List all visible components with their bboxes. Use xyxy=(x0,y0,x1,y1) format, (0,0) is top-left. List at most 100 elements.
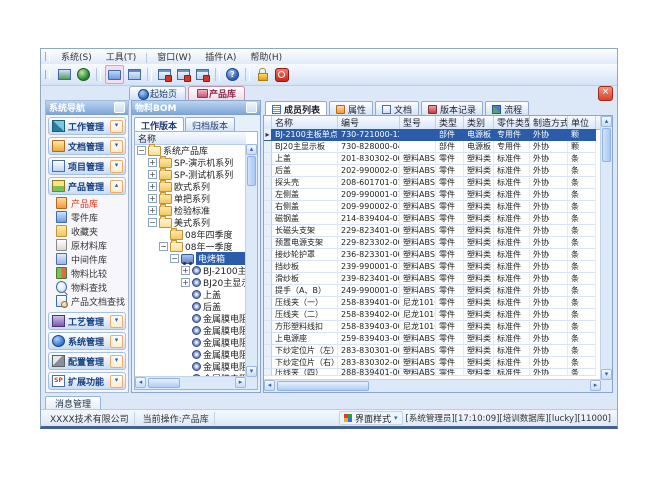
column-header[interactable]: 制造方式 xyxy=(530,116,568,129)
tree-item[interactable]: 后盖 xyxy=(135,300,246,312)
table-row[interactable]: 压线夹（一） 258-839401-00X 尼龙1010 零件 塑料类 标准件 … xyxy=(264,297,601,309)
tree-item[interactable]: 美式系列 xyxy=(135,216,246,228)
toolbar-sep[interactable] xyxy=(147,68,152,81)
toolbar-sep[interactable] xyxy=(245,68,250,81)
tree-item[interactable]: 金属膜电阻器 xyxy=(135,312,246,324)
sidebar-group[interactable]: 文档管理 xyxy=(48,137,126,155)
table-row[interactable]: 方形塑料线扣 258-839403-00X 尼龙1010 零件 塑料类 标准件 … xyxy=(264,321,601,333)
scroll-left-icon[interactable] xyxy=(135,377,146,388)
tree-horizontal-scrollbar[interactable] xyxy=(135,376,246,389)
sidebar-item-product-library[interactable]: 产品库 xyxy=(46,196,128,210)
tree-expander-icon[interactable] xyxy=(137,146,146,155)
table-row[interactable]: 下纱定位片（左） 283-830301-00X 塑料ABS 零件 塑料类 标准件… xyxy=(264,345,601,357)
scroll-right-icon[interactable] xyxy=(590,380,601,391)
tree-item[interactable]: 08年四季度 xyxy=(135,228,246,240)
tree-item[interactable]: 单把系列 xyxy=(135,192,246,204)
tree-item[interactable]: 检验标准 xyxy=(135,204,246,216)
menu-item[interactable]: 帮助(H) xyxy=(243,53,289,63)
scrollbar-thumb[interactable] xyxy=(602,128,611,162)
table-row[interactable]: 滑纱板 239-823401-00X 塑料ABS 零件 塑料类 标准件 外协 条 xyxy=(264,273,601,285)
document-tab[interactable]: 产品库 xyxy=(188,86,245,100)
close-icon[interactable]: × xyxy=(598,86,613,101)
tree-vertical-scrollbar[interactable] xyxy=(245,144,257,377)
tree-item[interactable]: 金属膜电阻器 xyxy=(135,336,246,348)
scroll-up-icon[interactable] xyxy=(601,116,612,127)
sidebar-group[interactable]: 项目管理 xyxy=(48,157,126,175)
sidebar-group[interactable]: 扩展功能 xyxy=(48,372,126,390)
panel-tab[interactable]: 流程 xyxy=(485,101,529,116)
tree-expander-icon[interactable] xyxy=(148,182,157,191)
menu-item[interactable]: 窗口(W) xyxy=(150,53,198,63)
document-tab[interactable]: 起始页 xyxy=(129,86,186,100)
new-folder-icon[interactable] xyxy=(105,65,124,84)
tree-item[interactable]: 08年一季度 xyxy=(135,240,246,252)
table-row[interactable]: 长磁头支架 229-823401-00X 塑料ABS 零件 塑料类 标准件 外协… xyxy=(264,225,601,237)
toolbar-sep[interactable] xyxy=(215,68,220,81)
menu-item[interactable] xyxy=(146,53,147,63)
sidebar-item-product-doc-search[interactable]: 产品文档查找 xyxy=(46,294,128,308)
table-row[interactable]: BJ20主显示板 730-828000-04X 部件 电源板 专用件 外协 颗 xyxy=(264,141,601,153)
sidebar-item-part-library[interactable]: 零件库 xyxy=(46,210,128,224)
panel-tab[interactable]: 属性 xyxy=(329,101,373,116)
table-row[interactable]: 右侧盖 209-990002-01X 塑料ABS 零件 塑料类 标准件 外协 条 xyxy=(264,201,601,213)
scroll-up-icon[interactable] xyxy=(246,144,257,155)
tree-expander-icon[interactable] xyxy=(159,242,168,251)
menu-item[interactable]: 插件(A) xyxy=(198,53,243,63)
sidebar-item-favorites[interactable]: 收藏夹 xyxy=(46,224,128,238)
panel-tab[interactable]: 版本记录 xyxy=(421,101,483,116)
tree-item[interactable]: SP-测试机系列 xyxy=(135,168,246,180)
grid-window-icon[interactable] xyxy=(126,66,143,83)
column-header[interactable]: 类型 xyxy=(436,116,464,129)
menu-item[interactable]: 系统(S) xyxy=(54,53,99,63)
sidebar-group[interactable]: 工作管理 xyxy=(48,117,126,135)
pin-icon[interactable] xyxy=(246,102,257,113)
chevron-down-icon[interactable] xyxy=(110,375,123,388)
tree-item[interactable]: 金属膜电阻器 xyxy=(135,348,246,360)
table-row[interactable]: BJ-2100主板单点 730-721000-12X 部件 电源板 专用件 外协… xyxy=(264,129,601,141)
column-header[interactable]: 零件类型 xyxy=(494,116,530,129)
panel-tab[interactable]: 成员列表 xyxy=(265,101,327,116)
scroll-left-icon[interactable] xyxy=(264,380,275,391)
tree-expander-icon[interactable] xyxy=(148,194,157,203)
tree-expander-icon[interactable] xyxy=(181,266,190,275)
scroll-down-icon[interactable] xyxy=(246,366,257,377)
column-header[interactable]: 类别 xyxy=(464,116,494,129)
lock-icon[interactable] xyxy=(254,66,271,83)
table-horizontal-scrollbar[interactable] xyxy=(264,379,601,392)
tree-expander-icon[interactable] xyxy=(148,206,157,215)
table-row[interactable]: 探头壳 208-601701-01X 塑料ABS 零件 塑料类 标准件 外协 条 xyxy=(264,177,601,189)
table-row[interactable]: 上盖 201-830302-00X 塑料ABS 零件 塑料类 标准件 外协 条 xyxy=(264,153,601,165)
table-vertical-scrollbar[interactable] xyxy=(600,116,612,380)
chevron-down-icon[interactable] xyxy=(110,335,123,348)
tree-item[interactable]: 欧式系列 xyxy=(135,180,246,192)
sidebar-item-material-compare[interactable]: 物料比较 xyxy=(46,266,128,280)
tree-expander-icon[interactable] xyxy=(148,170,157,179)
table-row[interactable]: 提手（A、B） 249-990001-01X 塑料ABS 零件 塑料类 标准件 … xyxy=(264,285,601,297)
ui-style-dropdown[interactable]: 界面样式 ▾ xyxy=(339,411,403,425)
chevron-down-icon[interactable] xyxy=(110,120,123,133)
chevron-down-icon[interactable] xyxy=(110,315,123,328)
tree-item[interactable]: BJ20主显示板 xyxy=(135,276,246,288)
help-icon[interactable] xyxy=(224,66,241,83)
window-add-icon[interactable] xyxy=(175,66,192,83)
chevron-down-icon[interactable] xyxy=(110,160,123,173)
version-tab[interactable]: 工作版本 xyxy=(134,117,184,132)
table-row[interactable]: 压线夹（二） 258-839402-00X 尼龙1010 零件 塑料类 标准件 … xyxy=(264,309,601,321)
table-row[interactable]: 左侧盖 209-990001-01X 塑料ABS 零件 塑料类 标准件 外协 条 xyxy=(264,189,601,201)
column-header[interactable]: 型号 xyxy=(400,116,436,129)
sidebar-item-material-search[interactable]: 物料查找 xyxy=(46,280,128,294)
globe-icon[interactable] xyxy=(75,66,92,83)
table-row[interactable]: 后盖 202-990002-01X 塑料ABS 零件 塑料类 标准件 外协 条 xyxy=(264,165,601,177)
version-tab[interactable]: 归档版本 xyxy=(185,117,235,132)
window-remove-icon[interactable] xyxy=(194,66,211,83)
scrollbar-thumb[interactable] xyxy=(247,156,256,186)
tree-item[interactable]: 金属膜电阻器 xyxy=(135,360,246,372)
sidebar-item-raw-material-library[interactable]: 原材料库 xyxy=(46,238,128,252)
table-row[interactable]: 上电源座 259-839403-00X 塑料ABS 零件 塑料类 标准件 外协 … xyxy=(264,333,601,345)
tree-item[interactable]: BJ-2100主板单点 xyxy=(135,264,246,276)
tree-expander-icon[interactable] xyxy=(148,218,157,227)
tree-expander-icon[interactable] xyxy=(148,158,157,167)
tree-item[interactable]: 上盖 xyxy=(135,288,246,300)
chevron-down-icon[interactable] xyxy=(110,140,123,153)
tree-item[interactable]: 电烤箱 xyxy=(135,252,246,264)
